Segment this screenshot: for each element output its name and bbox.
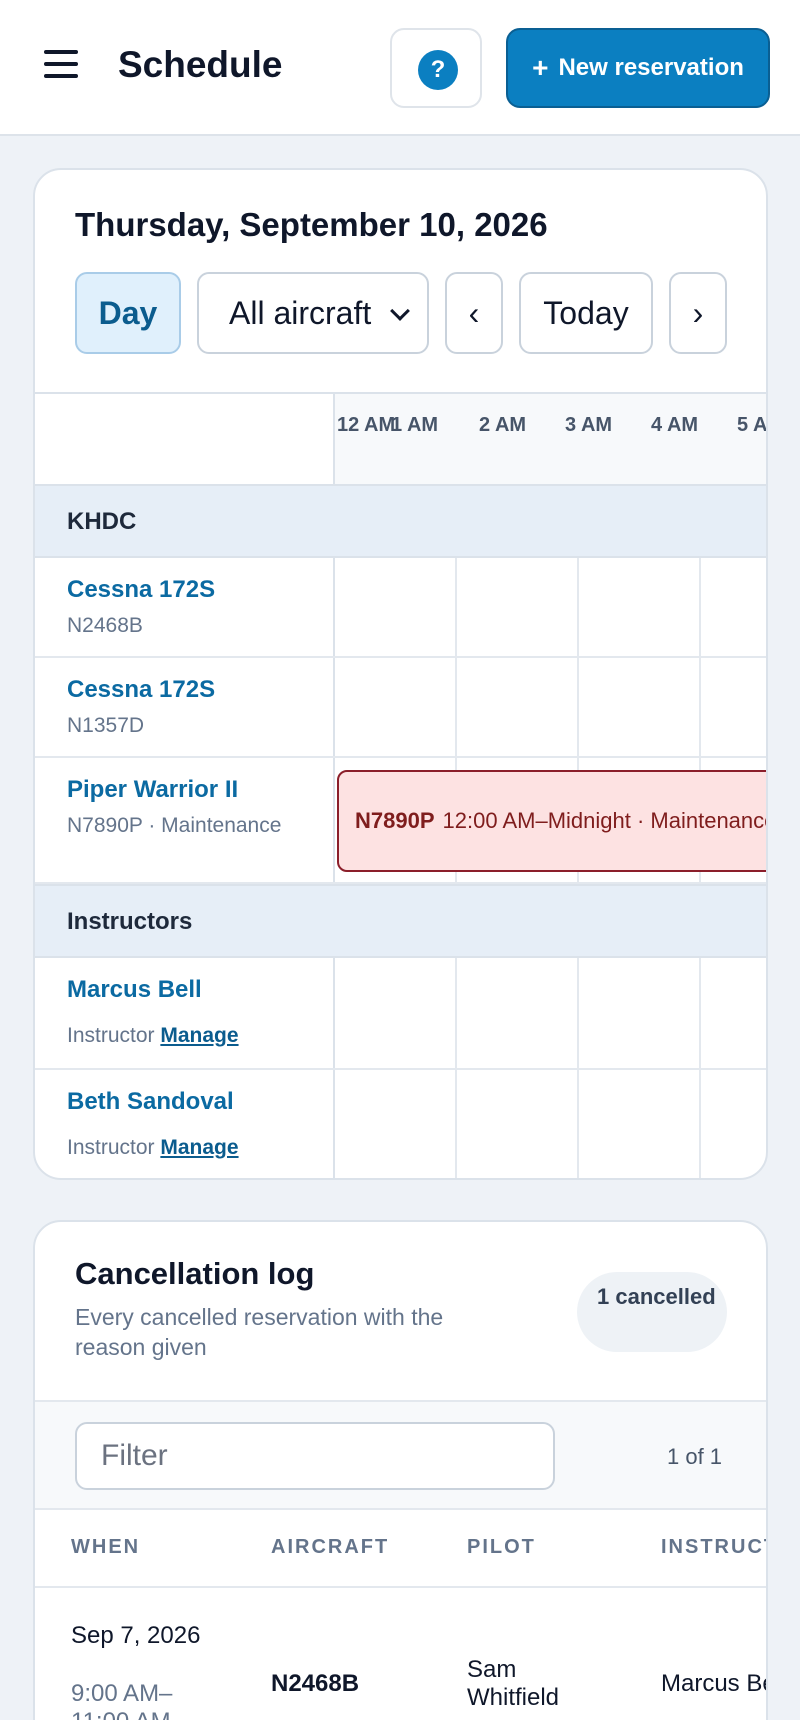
time-tick: 3 AM: [565, 414, 613, 436]
plus-icon: +: [532, 52, 549, 83]
resource-name-link[interactable]: Piper Warrior II: [67, 776, 238, 804]
manage-link[interactable]: Manage: [160, 1024, 238, 1047]
time-tick: 2 AM: [479, 414, 527, 436]
cancellation-log-title: Cancellation log: [75, 1256, 315, 1291]
manage-link[interactable]: Manage: [160, 1136, 238, 1159]
page-title: Schedule: [118, 44, 283, 85]
cell-pilot: Sam Whitfield: [467, 1656, 560, 1711]
schedule-date: Thursday, September 10, 2026: [75, 206, 548, 243]
group-header: KHDC: [35, 484, 766, 558]
time-tick: 4 AM: [651, 414, 699, 436]
resource-role: Instructor: [67, 1024, 155, 1047]
group-header: Instructors: [35, 884, 766, 958]
resource-row: Cessna 172S N1357D: [35, 658, 766, 758]
next-day-button[interactable]: ›: [669, 272, 727, 354]
help-icon: ?: [418, 50, 458, 90]
column-header-instructor[interactable]: INSTRUCTOR: [661, 1536, 766, 1559]
resource-label: Marcus Bell Instructor Manage: [35, 958, 335, 1068]
resource-label: Beth Sandoval Instructor Manage: [35, 1070, 335, 1178]
resource-subtitle: Instructor Manage: [67, 1022, 317, 1050]
time-tick: 12 AM: [337, 414, 396, 436]
today-button[interactable]: Today: [519, 272, 653, 354]
booking-tail: N7890P: [355, 808, 435, 833]
timeline-cells[interactable]: [335, 658, 766, 756]
maintenance-booking[interactable]: N7890P 12:00 AM–Midnight · Maintenance: [337, 770, 768, 872]
resource-name-link[interactable]: Beth Sandoval: [67, 1088, 234, 1116]
new-reservation-button[interactable]: + New reservation: [506, 28, 770, 108]
group-name: KHDC: [67, 508, 137, 535]
timeline-cells[interactable]: [335, 558, 766, 656]
new-reservation-label: New reservation: [558, 54, 744, 81]
booking-text: 12:00 AM–Midnight · Maintenance: [442, 808, 768, 833]
resource-row: Cessna 172S N2468B: [35, 558, 766, 658]
resource-row: Beth Sandoval Instructor Manage: [35, 1070, 766, 1178]
resource-label: Cessna 172S N1357D: [35, 658, 335, 756]
timeline-cells[interactable]: [335, 1070, 766, 1178]
time-tick: 5 AM: [737, 414, 768, 436]
resource-row: Marcus Bell Instructor Manage: [35, 958, 766, 1070]
group-name: Instructors: [67, 908, 193, 935]
filter-bar: 1 of 1: [35, 1400, 766, 1510]
cell-aircraft: N2468B: [271, 1670, 360, 1697]
cancelled-count-badge: 1 cancelled: [577, 1272, 727, 1352]
column-header-aircraft[interactable]: AIRCRAFT: [271, 1536, 389, 1559]
aircraft-select-value: All aircraft: [229, 294, 372, 331]
prev-day-button[interactable]: ‹: [445, 272, 503, 354]
resource-subtitle: Instructor Manage: [67, 1134, 317, 1162]
time-tick: 1 AM: [391, 414, 439, 436]
top-bar: Schedule ? + New reservation: [0, 0, 800, 136]
schedule-card: Thursday, September 10, 2026 Day All air…: [33, 168, 768, 1180]
table-header: WHEN AIRCRAFT PILOT INSTRUCTOR: [35, 1510, 766, 1588]
time-axis: 12 AM 1 AM 2 AM 3 AM 4 AM 5 AM: [335, 394, 768, 484]
view-day-button[interactable]: Day: [75, 272, 181, 354]
chevron-down-icon: [390, 301, 410, 321]
cancellation-log-card: Cancellation log Every cancelled reserva…: [33, 1220, 768, 1720]
resource-label: Piper Warrior II N7890P · Maintenance: [35, 758, 335, 882]
cell-instructor: Marcus Bell: [661, 1670, 766, 1697]
table-row[interactable]: Sep 7, 2026 9:00 AM–11:00 AM N2468B Sam …: [35, 1588, 766, 1720]
cell-when-date: Sep 7, 2026: [71, 1622, 201, 1649]
resource-name-link[interactable]: Cessna 172S: [67, 576, 215, 604]
pagination-status: 1 of 1: [667, 1444, 723, 1469]
resource-name-link[interactable]: Marcus Bell: [67, 976, 202, 1004]
menu-icon[interactable]: [44, 46, 80, 82]
cell-when-time: 9:00 AM–11:00 AM: [71, 1680, 173, 1720]
resource-label: Cessna 172S N2468B: [35, 558, 335, 656]
resource-subtitle: N1357D: [67, 714, 145, 737]
aircraft-select[interactable]: All aircraft: [197, 272, 429, 354]
cancellation-log-subtitle: Every cancelled reservation with the rea…: [75, 1304, 444, 1360]
resource-subtitle: N2468B: [67, 614, 143, 637]
column-header-pilot[interactable]: PILOT: [467, 1536, 536, 1559]
filter-input[interactable]: [75, 1422, 555, 1490]
column-header-when[interactable]: WHEN: [71, 1536, 140, 1559]
resource-row: Piper Warrior II N7890P · Maintenance N7…: [35, 758, 768, 884]
label-column-header: [35, 394, 335, 484]
help-button[interactable]: ?: [390, 28, 482, 108]
schedule-grid: 12 AM 1 AM 2 AM 3 AM 4 AM 5 AM KHDC Cess…: [35, 392, 768, 1178]
timeline-cells[interactable]: [335, 958, 766, 1068]
resource-subtitle: N7890P · Maintenance: [67, 814, 282, 837]
resource-role: Instructor: [67, 1136, 155, 1159]
resource-name-link[interactable]: Cessna 172S: [67, 676, 215, 704]
